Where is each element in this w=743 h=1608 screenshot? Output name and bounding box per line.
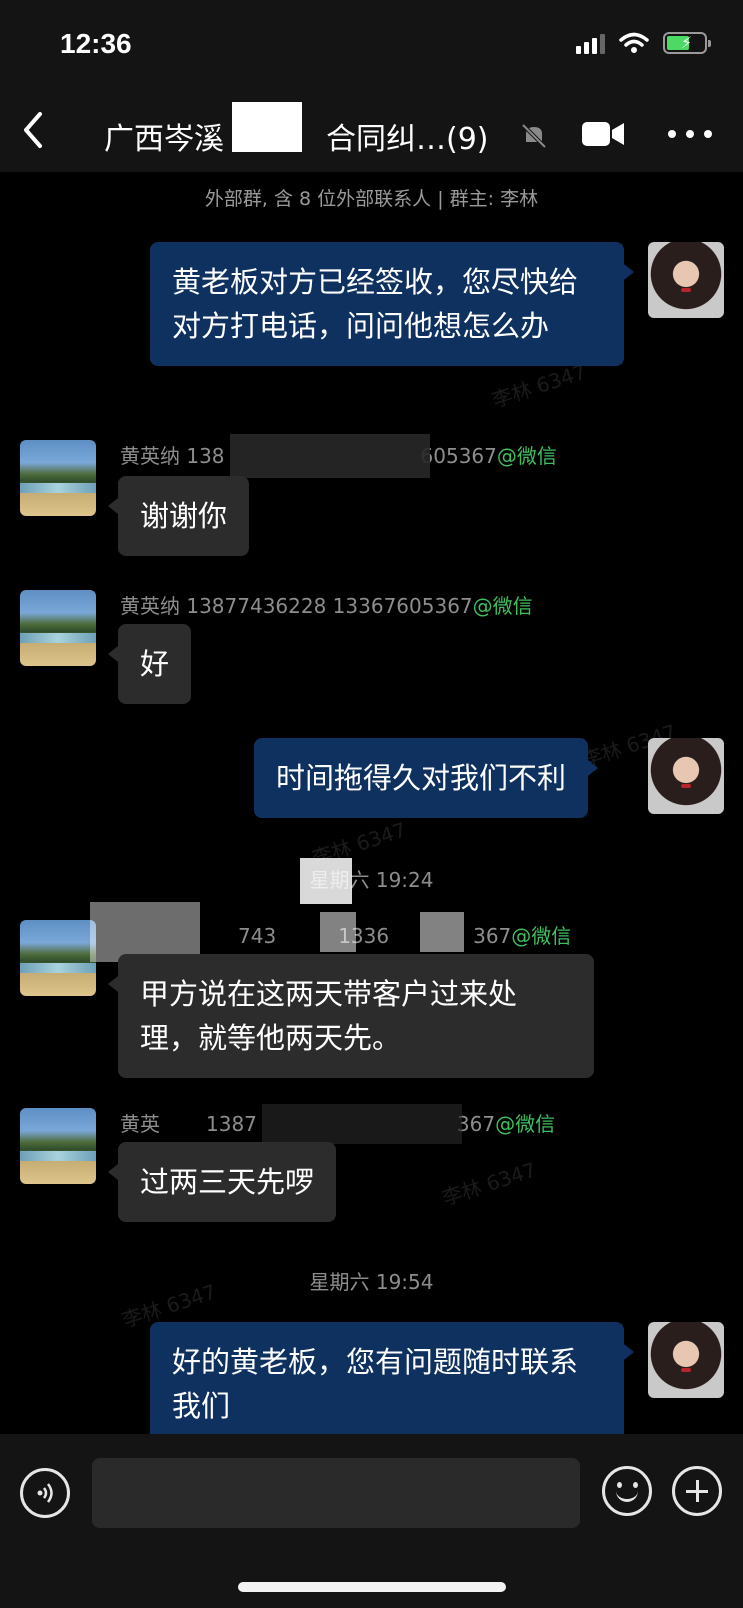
watermark: 李林 6347 xyxy=(439,1157,540,1211)
sender-name: 黄英纳 13877436228 13367605367@微信 xyxy=(120,594,533,618)
avatar[interactable] xyxy=(648,738,724,814)
redaction xyxy=(300,858,352,904)
title-redaction xyxy=(232,102,302,152)
message-bubble[interactable]: 甲方说在这两天带客户过来处理，就等他两天先。 xyxy=(108,954,594,1078)
timestamp: 星期六 19:24 xyxy=(309,868,434,892)
redaction xyxy=(262,1104,462,1144)
more-icon xyxy=(668,130,676,138)
avatar[interactable] xyxy=(20,440,96,516)
status-icons: ⚡ xyxy=(576,32,711,54)
message-bubble[interactable]: 时间拖得久对我们不利 xyxy=(254,738,599,818)
message-bubble[interactable]: 谢谢你 xyxy=(107,476,250,556)
wifi-icon xyxy=(619,32,649,53)
more-actions-button[interactable] xyxy=(672,1466,722,1516)
voice-icon xyxy=(37,1483,53,1503)
redaction xyxy=(320,912,356,952)
more-button[interactable] xyxy=(668,116,712,152)
voice-input-button[interactable] xyxy=(20,1468,70,1518)
status-bar: 12:36 ⚡ xyxy=(0,0,743,96)
back-icon xyxy=(24,112,42,148)
status-time: 12:36 xyxy=(60,28,132,59)
battery-icon: ⚡ xyxy=(663,32,711,54)
redaction xyxy=(90,902,200,962)
back-button[interactable] xyxy=(18,110,58,160)
avatar[interactable] xyxy=(648,242,724,318)
message-input[interactable] xyxy=(92,1458,580,1528)
home-indicator[interactable] xyxy=(238,1582,506,1592)
message-bubble[interactable]: 好的黄老板，您有问题随时联系我们 xyxy=(150,1322,634,1446)
message-bubble[interactable]: 黄老板对方已经签收，您尽快给对方打电话，问问他想怎么办 xyxy=(150,242,634,366)
group-info: 外部群, 含 8 位外部联系人 | 群主: 李林 xyxy=(204,188,539,210)
timestamp: 星期六 19:54 xyxy=(309,1270,434,1294)
video-call-button[interactable] xyxy=(580,116,626,152)
signal-icon xyxy=(576,32,605,54)
redaction xyxy=(230,434,430,478)
redaction xyxy=(420,912,464,952)
avatar[interactable] xyxy=(20,1108,96,1184)
message-bubble[interactable]: 过两三天先啰 xyxy=(107,1142,337,1222)
avatar[interactable] xyxy=(648,1322,724,1398)
emoji-button[interactable] xyxy=(602,1466,652,1516)
avatar[interactable] xyxy=(20,920,96,996)
input-bar xyxy=(0,1434,743,1608)
avatar[interactable] xyxy=(20,590,96,666)
nav-bar: 广西岑溪 合同纠…(9) xyxy=(0,96,743,172)
mute-icon xyxy=(521,123,547,149)
message-bubble[interactable]: 好 xyxy=(107,624,192,704)
